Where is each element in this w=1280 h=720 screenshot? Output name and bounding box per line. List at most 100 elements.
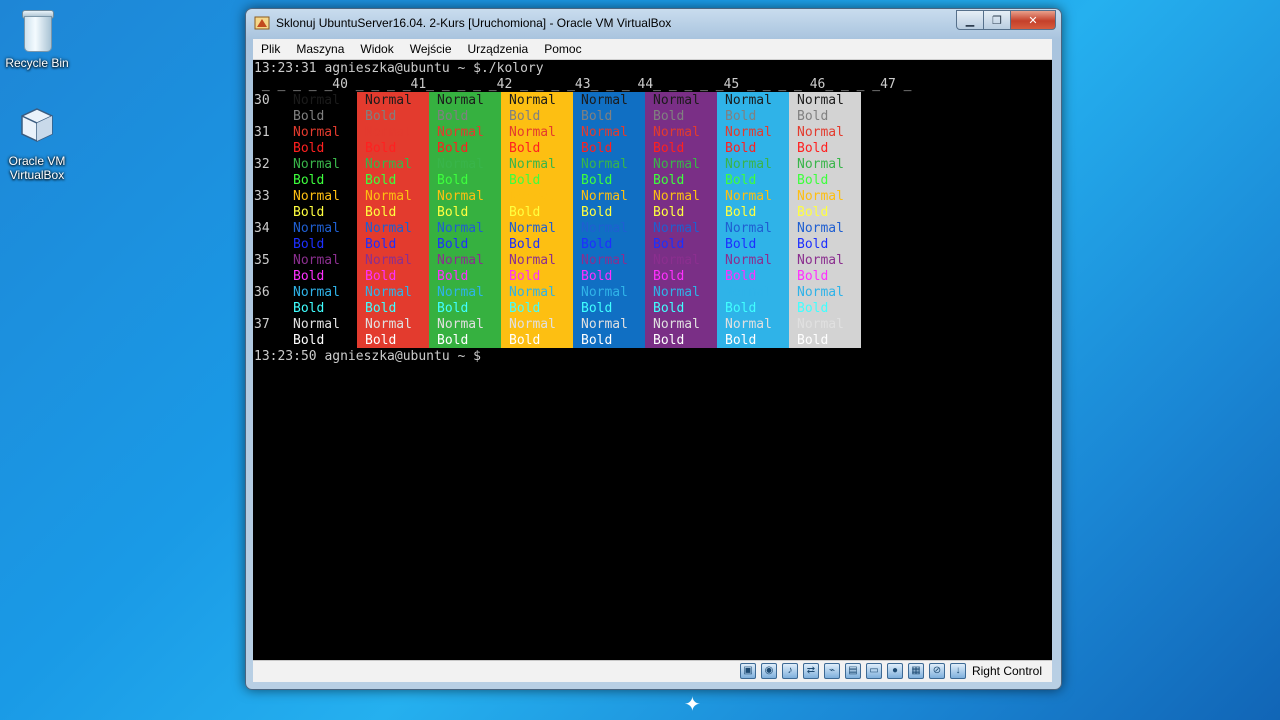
loading-sparkle-icon: ✦: [684, 692, 701, 716]
normal-sample-text: Normal: [653, 93, 700, 108]
bold-sample-text: Bold: [293, 141, 325, 156]
normal-sample-text: Normal: [725, 157, 772, 172]
bold-sample-text: Bold: [581, 301, 613, 316]
window-title: Sklonuj UbuntuServer16.04. 2-Kurs [Uruch…: [276, 16, 672, 30]
virtualbox-label-line2: VirtualBox: [9, 168, 65, 182]
bold-sample-text: Bold: [293, 173, 325, 188]
bold-sample-text: Bold: [653, 109, 685, 124]
bold-sample-text: Bold: [653, 237, 685, 252]
bold-sample-text: Bold: [293, 205, 325, 220]
status-bar: ▣ ◉ ♪ ⇄ ⌁ ▤ ▭ ● ▦ ⊘ ↓ Right Control: [253, 660, 1052, 682]
window-titlebar[interactable]: Sklonuj UbuntuServer16.04. 2-Kurs [Uruch…: [246, 9, 1061, 37]
normal-sample-text: Normal: [365, 125, 412, 140]
normal-sample-text: Normal: [293, 285, 340, 300]
menu-wejscie[interactable]: Wejście: [402, 42, 460, 56]
bold-sample-text: Bold: [293, 301, 325, 316]
normal-sample-text: Normal: [653, 125, 700, 140]
optical-drive-icon[interactable]: ◉: [760, 663, 777, 679]
bold-sample-text: Bold: [797, 269, 829, 284]
network-icon[interactable]: ⇄: [802, 663, 819, 679]
recycle-bin-icon: [20, 8, 54, 52]
virtualbox-desktop-icon[interactable]: Oracle VM VirtualBox: [1, 104, 73, 182]
bold-sample-text: Bold: [437, 173, 469, 188]
menu-pomoc[interactable]: Pomoc: [536, 42, 589, 56]
normal-sample-text: Normal: [797, 157, 844, 172]
normal-sample-text: Normal: [365, 221, 412, 236]
shared-folders-icon[interactable]: ▤: [844, 663, 861, 679]
menu-maszyna[interactable]: Maszyna: [288, 42, 352, 56]
bold-sample-text: Bold: [509, 173, 541, 188]
virtualbox-app-icon: [254, 16, 270, 30]
normal-sample-text: Normal: [725, 253, 772, 268]
bold-sample-text: Bold: [509, 269, 541, 284]
bold-sample-text: Bold: [653, 333, 685, 348]
normal-sample-text: Normal: [293, 157, 340, 172]
keyboard-capture-icon[interactable]: ↓: [949, 663, 966, 679]
menu-plik[interactable]: Plik: [253, 42, 288, 56]
close-button[interactable]: ✕: [1010, 10, 1056, 30]
bold-sample-text: Bold: [437, 333, 469, 348]
normal-sample-text: Normal: [581, 285, 628, 300]
maximize-button[interactable]: ❐: [983, 10, 1011, 30]
bold-sample-text: Bold: [437, 237, 469, 252]
normal-sample-text: Normal: [797, 221, 844, 236]
bold-sample-text: Bold: [293, 109, 325, 124]
recycle-bin-desktop-icon[interactable]: Recycle Bin: [1, 8, 73, 70]
menu-bar: Plik Maszyna Widok Wejście Urządzenia Po…: [253, 39, 1052, 60]
host-key-label: Right Control: [971, 664, 1042, 678]
recycle-bin-label: Recycle Bin: [5, 56, 69, 70]
normal-sample-text: Normal: [437, 221, 484, 236]
usb-icon[interactable]: ⌁: [823, 663, 840, 679]
bold-sample-text: Bold: [797, 141, 829, 156]
normal-sample-text: Normal: [797, 317, 844, 332]
bold-sample-text: Bold: [797, 301, 829, 316]
bold-sample-text: Bold: [581, 173, 613, 188]
bold-sample-text: Bold: [365, 205, 397, 220]
bold-sample-text: Bold: [653, 173, 685, 188]
bold-sample-text: Bold: [437, 205, 469, 220]
bold-sample-text: Bold: [437, 109, 469, 124]
normal-sample-text: Normal: [797, 189, 844, 204]
fg-code-label: 34: [254, 221, 270, 236]
bold-sample-text: Bold: [653, 141, 685, 156]
bold-sample-text: Bold: [725, 237, 757, 252]
normal-sample-text: Normal: [365, 317, 412, 332]
cpu-icon[interactable]: ▦: [907, 663, 924, 679]
normal-sample-text: Normal: [725, 125, 772, 140]
vm-terminal-screen[interactable]: 13:23:31 agnieszka@ubuntu ~ $./kolory _ …: [253, 60, 1052, 660]
bold-sample-text: Bold: [437, 269, 469, 284]
audio-icon[interactable]: ♪: [781, 663, 798, 679]
fg-code-label: 33: [254, 189, 270, 204]
display-icon[interactable]: ▭: [865, 663, 882, 679]
normal-sample-text: Normal: [581, 125, 628, 140]
bold-sample-text: Bold: [653, 269, 685, 284]
bold-sample-text: Bold: [653, 205, 685, 220]
bold-sample-text: Bold: [797, 237, 829, 252]
bold-sample-text: Bold: [797, 333, 829, 348]
normal-sample-text: Normal: [509, 221, 556, 236]
normal-sample-text: Normal: [293, 189, 340, 204]
bold-sample-text: Bold: [725, 109, 757, 124]
bold-sample-text: Bold: [581, 269, 613, 284]
normal-sample-text: Normal: [365, 253, 412, 268]
harddisk-icon[interactable]: ▣: [739, 663, 756, 679]
menu-widok[interactable]: Widok: [352, 42, 401, 56]
normal-sample-text: Normal: [653, 317, 700, 332]
bold-sample-text: Bold: [725, 173, 757, 188]
normal-sample-text: Normal: [293, 253, 340, 268]
fg-code-label: 37: [254, 317, 270, 332]
terminal-command-line: 13:23:31 agnieszka@ubuntu ~ $./kolory: [254, 61, 544, 76]
bold-sample-text: Bold: [509, 301, 541, 316]
video-capture-icon[interactable]: ●: [886, 663, 903, 679]
mouse-integration-icon[interactable]: ⊘: [928, 663, 945, 679]
normal-sample-text: Normal: [437, 157, 484, 172]
terminal-prompt-line: 13:23:50 agnieszka@ubuntu ~ $: [254, 349, 481, 364]
normal-sample-text: Normal: [509, 189, 556, 204]
normal-sample-text: Normal: [293, 125, 340, 140]
normal-sample-text: Normal: [797, 253, 844, 268]
menu-urzadzenia[interactable]: Urządzenia: [460, 42, 537, 56]
minimize-button[interactable]: ▁: [956, 10, 984, 30]
bold-sample-text: Bold: [293, 237, 325, 252]
normal-sample-text: Normal: [437, 189, 484, 204]
bold-sample-text: Bold: [725, 301, 757, 316]
